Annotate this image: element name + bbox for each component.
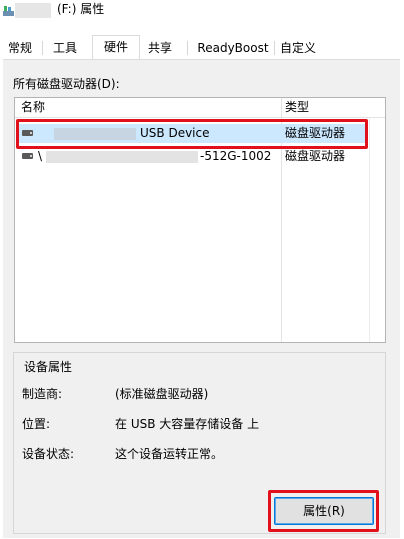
device-type: 磁盘驱动器	[285, 149, 346, 163]
device-name: USB Device	[140, 126, 210, 140]
tab-divider	[274, 41, 275, 55]
manufacturer-value: (标准磁盘驱动器)	[115, 387, 209, 401]
drive-icon	[3, 6, 14, 16]
window-title: (F:) 属性	[57, 2, 105, 16]
column-type-header[interactable]: 类型	[285, 100, 309, 115]
tab-readyboost[interactable]: ReadyBoost	[194, 38, 272, 58]
column-name-header[interactable]: 名称	[21, 100, 45, 115]
disk-drive-list[interactable]: 名称 类型 USB Device 磁盘驱动器 \ -512G-1002 磁盘驱动…	[14, 97, 386, 343]
tab-hardware[interactable]: 硬件	[92, 35, 140, 60]
status-label: 设备状态:	[22, 447, 75, 461]
tab-general[interactable]: 常规	[6, 38, 34, 58]
list-item-usb-device[interactable]: USB Device 磁盘驱动器	[16, 124, 368, 143]
status-value: 这个设备运转正常。	[115, 447, 224, 461]
manufacturer-label: 制造商:	[22, 387, 63, 401]
tab-divider	[187, 41, 188, 55]
disk-drive-icon	[22, 130, 33, 136]
devices-label: 所有磁盘驱动器(D):	[13, 77, 120, 91]
disk-drive-icon	[22, 153, 33, 159]
tab-sharing[interactable]: 共享	[145, 38, 175, 58]
device-type: 磁盘驱动器	[285, 126, 346, 140]
tab-strip: 常规 工具 硬件 共享 ReadyBoost 自定义	[0, 35, 404, 60]
redacted-label	[46, 151, 198, 163]
tab-tools[interactable]: 工具	[49, 38, 81, 58]
title-bar: (F:) 属性	[0, 0, 404, 32]
redacted-label	[15, 3, 51, 18]
group-title: 设备属性	[22, 360, 75, 374]
redacted-label	[54, 128, 136, 140]
list-header: 名称 类型	[15, 98, 385, 118]
device-name: -512G-1002	[200, 149, 272, 163]
device-name-prefix: \	[38, 149, 43, 163]
location-value: 在 USB 大容量存储设备 上	[115, 417, 260, 431]
list-item-ssd[interactable]: \ -512G-1002 磁盘驱动器	[16, 147, 368, 166]
column-divider	[369, 118, 370, 342]
tab-divider	[42, 41, 43, 55]
tab-customize[interactable]: 自定义	[278, 38, 318, 58]
properties-button[interactable]: 属性(R)	[274, 497, 374, 525]
location-label: 位置:	[22, 417, 51, 431]
